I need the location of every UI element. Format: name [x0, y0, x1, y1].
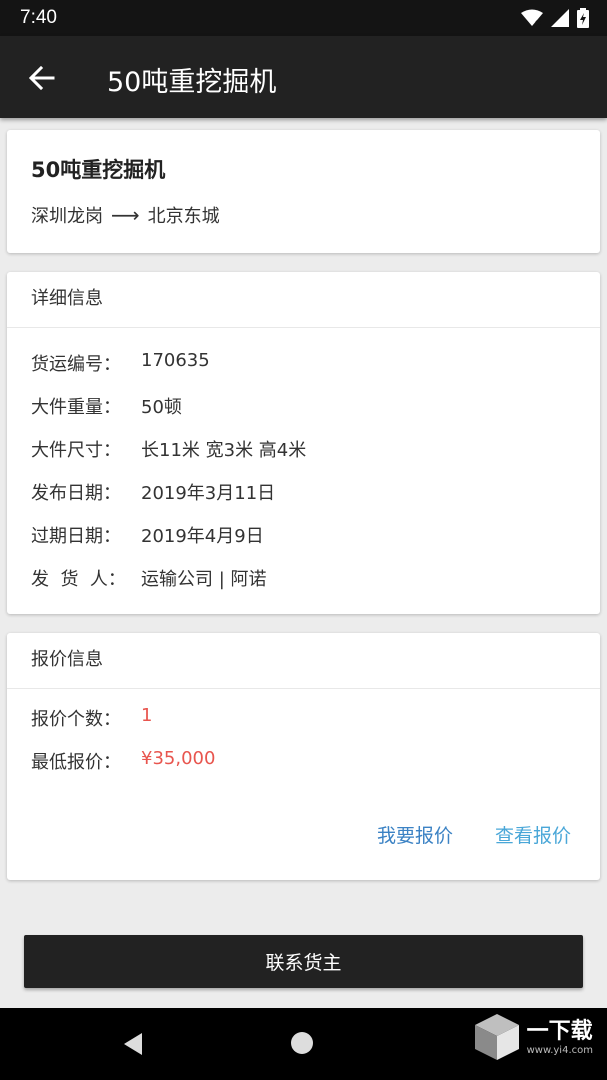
min-quote-row: 最低报价： ¥35,000 [31, 748, 215, 774]
nav-back-icon[interactable] [122, 1031, 144, 1057]
watermark: 一下载 www.yi4.com [473, 1012, 593, 1062]
cargo-title: 50吨重挖掘机 [31, 158, 166, 182]
quote-count-row: 报价个数： 1 [31, 705, 152, 731]
watermark-url: www.yi4.com [526, 1044, 593, 1056]
min-quote-label: 最低报价： [31, 752, 121, 773]
detail-row-shipper: 发 货 人： 运输公司 | 阿诺 [31, 565, 267, 591]
arrow-left-icon [29, 66, 55, 90]
detail-label: 过期日期： [31, 526, 121, 547]
detail-value: 50顿 [141, 397, 182, 418]
detail-row-size: 大件尺寸： 长11米 宽3米 高4米 [31, 436, 306, 462]
route: 深圳龙岗 ⟶ 北京东城 [31, 202, 220, 228]
details-header: 详细信息 [7, 272, 600, 328]
wifi-icon [521, 9, 543, 26]
detail-row-id: 货运编号： 170635 [31, 350, 210, 376]
nav-home-icon[interactable] [291, 1032, 313, 1054]
app-bar-title: 50吨重挖掘机 [107, 67, 277, 98]
details-card: 详细信息 货运编号： 170635 大件重量： 50顿 大件尺寸： 长11米 宽… [7, 272, 600, 614]
app-bar: 50吨重挖掘机 [0, 36, 607, 118]
quote-count-label: 报价个数： [31, 709, 121, 730]
min-quote-value: ¥35,000 [141, 748, 216, 769]
status-icons [521, 8, 589, 28]
detail-value: 2019年4月9日 [141, 526, 264, 547]
route-to: 北京东城 [147, 206, 220, 227]
detail-value: 2019年3月11日 [141, 483, 276, 504]
detail-label: 发布日期： [31, 483, 121, 504]
watermark-text: 一下载 [526, 1018, 593, 1044]
detail-label: 大件重量： [31, 397, 121, 418]
status-bar: 7:40 [0, 0, 607, 36]
quotes-card: 报价信息 报价个数： 1 最低报价： ¥35,000 我要报价 查看报价 [7, 633, 600, 880]
detail-value: 运输公司 | 阿诺 [141, 569, 267, 590]
status-time: 7:40 [20, 7, 57, 28]
detail-label: 货运编号： [31, 354, 121, 375]
view-quotes-link[interactable]: 查看报价 [495, 821, 571, 848]
make-quote-link[interactable]: 我要报价 [377, 821, 453, 848]
battery-icon [577, 8, 589, 28]
detail-label: 大件尺寸： [31, 440, 121, 461]
route-from: 深圳龙岗 [31, 206, 103, 227]
quote-count-value: 1 [141, 705, 153, 726]
summary-card: 50吨重挖掘机 深圳龙岗 ⟶ 北京东城 [7, 130, 600, 253]
contact-shipper-button[interactable]: 联系货主 [24, 935, 583, 988]
quotes-header: 报价信息 [7, 633, 600, 689]
detail-row-publish-date: 发布日期： 2019年3月11日 [31, 479, 275, 505]
nav-bar: 一下载 www.yi4.com [0, 1008, 607, 1080]
detail-row-expire-date: 过期日期： 2019年4月9日 [31, 522, 264, 548]
detail-label: 发 货 人： [31, 569, 126, 590]
watermark-text-group: 一下载 www.yi4.com [527, 1019, 593, 1056]
route-arrow-icon: ⟶ [111, 203, 140, 227]
back-button[interactable] [22, 58, 62, 98]
detail-value: 长11米 宽3米 高4米 [141, 440, 307, 461]
detail-value: 170635 [141, 350, 210, 371]
detail-row-weight: 大件重量： 50顿 [31, 393, 182, 419]
cube-logo-icon [474, 1014, 519, 1060]
signal-icon [551, 9, 569, 27]
